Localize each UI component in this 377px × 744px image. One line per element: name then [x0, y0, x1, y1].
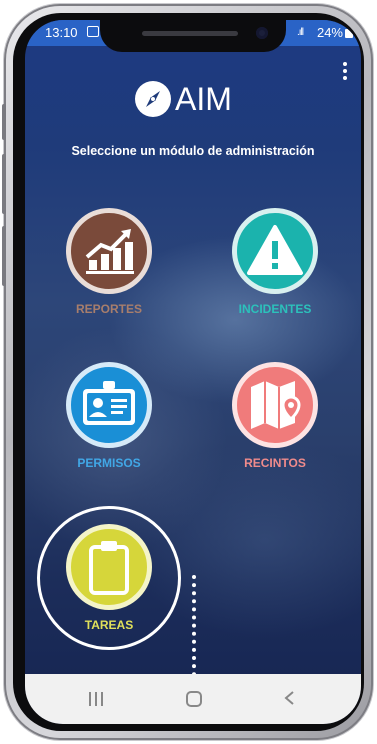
tareas-highlight-ring — [37, 506, 181, 650]
reportes-circle — [66, 208, 152, 294]
camera — [256, 27, 268, 39]
speaker — [142, 31, 238, 36]
incidentes-label: INCIDENTES — [238, 302, 312, 316]
module-recintos[interactable]: RECINTOS — [220, 362, 330, 470]
signal-icon: .ıll — [297, 27, 304, 38]
volume-button — [2, 104, 6, 140]
cast-icon — [87, 26, 99, 37]
volume-down-button — [2, 154, 6, 214]
compass-icon — [135, 81, 171, 117]
android-nav-bar — [25, 674, 361, 724]
recintos-label: RECINTOS — [244, 456, 306, 470]
app-screen: 13:10 .ıll 24% AIM Seleccione un módulo … — [25, 20, 361, 724]
recintos-circle — [232, 362, 318, 448]
map-pin-icon — [251, 381, 301, 429]
status-time: 13:10 — [45, 25, 78, 40]
warning-icon — [247, 225, 303, 275]
home-icon[interactable] — [186, 691, 202, 707]
battery-icon — [345, 29, 353, 38]
notch — [100, 20, 286, 52]
logo-text: AIM — [175, 80, 232, 117]
power-button — [2, 226, 6, 286]
module-reportes[interactable]: REPORTES — [54, 208, 164, 316]
bar-chart-trend-icon — [85, 229, 134, 274]
battery-level: 24% — [316, 25, 343, 40]
permisos-circle — [66, 362, 152, 448]
incidentes-circle — [232, 208, 318, 294]
app-logo: AIM — [135, 80, 232, 118]
recents-icon[interactable] — [89, 692, 103, 706]
module-permisos[interactable]: PERMISOS — [54, 362, 164, 470]
page-subtitle: Seleccione un módulo de administración — [71, 144, 315, 158]
reportes-label: REPORTES — [75, 302, 142, 316]
more-menu-icon[interactable] — [343, 62, 347, 83]
module-incidentes[interactable]: INCIDENTES — [220, 208, 330, 316]
permisos-label: PERMISOS — [77, 456, 141, 470]
back-icon[interactable] — [283, 690, 295, 711]
id-card-icon — [83, 381, 135, 425]
